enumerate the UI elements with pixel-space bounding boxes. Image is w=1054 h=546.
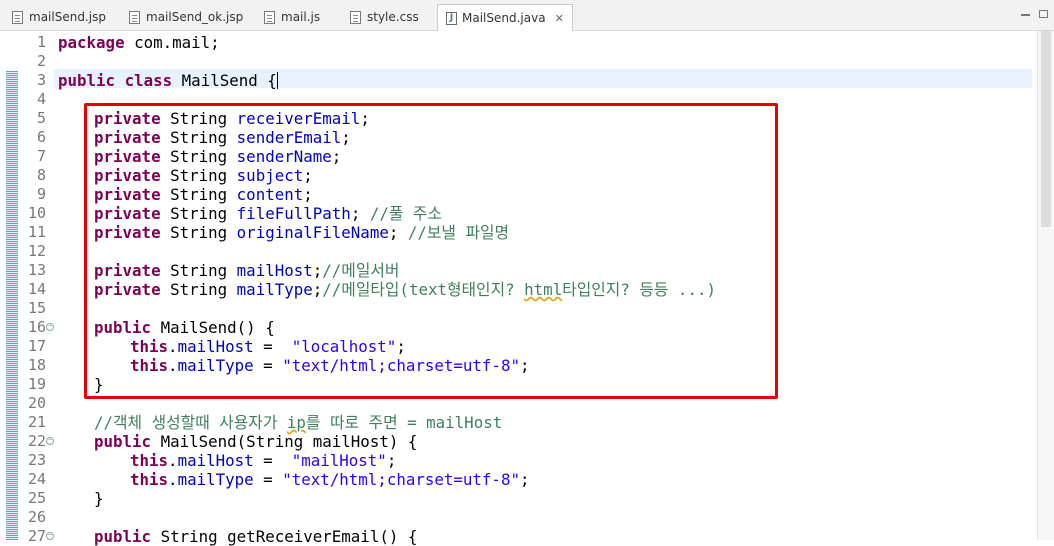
code-line: 22 − public MailSend(String mailHost) {	[0, 432, 1030, 451]
line-number: 22	[27, 432, 46, 450]
tab-label: mailSend_ok.jsp	[146, 10, 244, 24]
editor-tab-bar: mailSend.jsp mailSend_ok.jsp mail.js sty…	[0, 0, 1054, 31]
tab-mail-js[interactable]: mail.js	[264, 4, 320, 30]
minimize-icon[interactable]	[1021, 14, 1030, 16]
tab-label: mail.js	[281, 10, 321, 24]
tab-label: mailSend.jsp	[29, 10, 106, 24]
line-number: 12	[27, 242, 46, 260]
line-number: 15	[27, 299, 46, 317]
tab-mailsend-ok-jsp[interactable]: mailSend_ok.jsp	[129, 4, 243, 30]
line-number: 4	[36, 90, 46, 108]
line-number: 17	[27, 337, 46, 355]
tab-mailsend-java[interactable]: J MailSend.java ✕	[437, 4, 573, 31]
line-number: 2	[36, 52, 46, 70]
line-number: 27	[27, 527, 46, 545]
line-number: 16	[27, 318, 46, 336]
line-number: 10	[27, 204, 46, 222]
line-number: 9	[36, 185, 46, 203]
code-text: this.mailType = "text/html;charset=utf-8…	[130, 470, 530, 489]
line-number: 24	[27, 470, 46, 488]
fold-toggle-icon[interactable]: −	[46, 437, 54, 445]
close-tab-icon[interactable]: ✕	[555, 12, 564, 25]
code-text: public String getReceiverEmail() {	[94, 527, 418, 546]
line-number: 11	[27, 223, 46, 241]
line-number: 20	[27, 394, 46, 412]
code-editor[interactable]: 1 package com.mail; 2 3 public class Mai…	[0, 31, 1054, 546]
css-file-icon	[350, 10, 361, 24]
scrollbar-thumb[interactable]	[1041, 31, 1051, 227]
line-number: 3	[36, 71, 46, 89]
line-number: 14	[27, 280, 46, 298]
code-line: 3 public class MailSend {	[0, 71, 1030, 90]
line-number: 13	[27, 261, 46, 279]
code-line: 23 this.mailHost = "mailHost";	[0, 451, 1030, 470]
code-line: 21 //객체 생성할때 사용자가 ip를 따로 주면 = mailHost	[0, 413, 1030, 432]
code-line: 25 }	[0, 489, 1030, 508]
jsp-file-icon	[12, 10, 23, 24]
line-number: 23	[27, 451, 46, 469]
line-number: 19	[27, 375, 46, 393]
text-caret	[276, 72, 278, 89]
code-text: public MailSend(String mailHost) {	[94, 432, 418, 451]
line-number: 6	[36, 128, 46, 146]
code-line: 27 − public String getReceiverEmail() {	[0, 527, 1030, 546]
code-line: 2	[0, 52, 1030, 71]
line-number: 26	[27, 508, 46, 526]
js-file-icon	[264, 10, 275, 24]
code-text: this.mailHost = "mailHost";	[130, 451, 397, 470]
vertical-scrollbar[interactable]	[1037, 31, 1054, 540]
line-number: 7	[36, 147, 46, 165]
line-number: 1	[36, 33, 46, 51]
fold-toggle-icon[interactable]: −	[46, 532, 54, 540]
code-text: }	[94, 489, 104, 508]
java-file-icon: J	[446, 11, 457, 25]
code-text: package com.mail;	[58, 33, 220, 52]
tab-style-css[interactable]: style.css	[350, 4, 419, 30]
code-text: //객체 생성할때 사용자가 ip를 따로 주면 = mailHost	[94, 413, 503, 432]
tab-label: MailSend.java	[462, 11, 546, 25]
code-line: 26	[0, 508, 1030, 527]
tab-mailsend-jsp[interactable]: mailSend.jsp	[12, 4, 106, 30]
jsp-file-icon	[129, 10, 140, 24]
line-number: 18	[27, 356, 46, 374]
code-line: 24 this.mailType = "text/html;charset=ut…	[0, 470, 1030, 489]
fold-toggle-icon[interactable]: −	[46, 323, 54, 331]
red-highlight-box	[84, 103, 778, 399]
code-text: public class MailSend {	[58, 71, 278, 90]
line-number: 5	[36, 109, 46, 127]
line-number: 21	[27, 413, 46, 431]
line-number: 25	[27, 489, 46, 507]
code-line: 1 package com.mail;	[0, 33, 1030, 52]
maximize-icon[interactable]	[1039, 10, 1048, 18]
line-number: 8	[36, 166, 46, 184]
tab-label: style.css	[367, 10, 419, 24]
